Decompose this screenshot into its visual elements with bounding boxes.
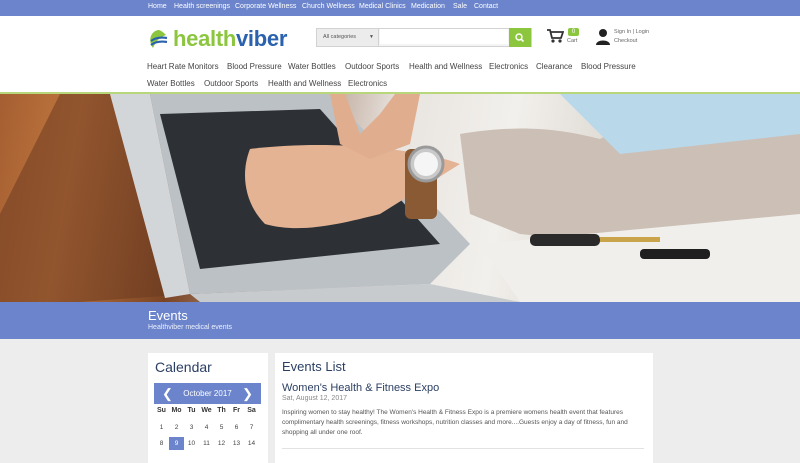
chevron-right-icon[interactable]: ❯: [242, 386, 253, 402]
sign-in-login-link[interactable]: Sign In | Login: [614, 29, 649, 35]
cart-label: Cart: [567, 38, 578, 44]
topnav-contact[interactable]: Contact: [474, 3, 498, 10]
topnav-sale[interactable]: Sale: [453, 3, 467, 10]
search-icon: [515, 33, 525, 43]
event-date: Sat, August 12, 2017: [282, 395, 347, 402]
nav-water-bottles[interactable]: Water Bottles: [288, 62, 336, 71]
event-title-link[interactable]: Women's Health & Fitness Expo: [282, 382, 439, 394]
weekday-tu: Tu: [187, 407, 196, 414]
nav-clearance[interactable]: Clearance: [536, 62, 572, 71]
nav-health-and-wellness-2[interactable]: Health and Wellness: [268, 79, 341, 88]
weekday-th: Th: [217, 407, 226, 414]
calendar-day[interactable]: 3: [184, 421, 199, 434]
nav-electronics[interactable]: Electronics: [489, 62, 528, 71]
calendar-day[interactable]: 14: [244, 437, 259, 450]
account-menu[interactable]: Sign In | Login Checkout: [595, 28, 665, 50]
search-input[interactable]: [380, 29, 508, 44]
nav-outdoor-sports[interactable]: Outdoor Sports: [345, 62, 399, 71]
event-description: Inspiring women to stay healthy! The Wom…: [282, 409, 628, 436]
calendar-day[interactable]: 6: [229, 421, 244, 434]
nav-electronics-2[interactable]: Electronics: [348, 79, 387, 88]
weekday-sa: Sa: [247, 407, 256, 414]
cart-count-badge: 0: [568, 28, 579, 36]
top-utility-bar: Home Health screenings Corporate Wellnes…: [0, 0, 800, 16]
topnav-corporate-wellness[interactable]: Corporate Wellness: [235, 3, 296, 10]
calendar-month-header: ❮ October 2017 ❯: [154, 383, 261, 404]
calendar-heading: Calendar: [155, 359, 212, 375]
topnav-medication[interactable]: Medication: [411, 3, 445, 10]
caret-down-icon: ▼: [369, 34, 374, 40]
logo-word-health: health: [173, 26, 236, 51]
weekday-we: We: [201, 407, 212, 414]
nav-blood-pressure[interactable]: Blood Pressure: [227, 62, 282, 71]
calendar-day[interactable]: 4: [199, 421, 214, 434]
nav-heart-rate-monitors[interactable]: Heart Rate Monitors: [147, 62, 219, 71]
category-select[interactable]: All categories ▼: [317, 29, 379, 46]
events-list-heading: Events List: [282, 359, 346, 374]
nav-water-bottles-2[interactable]: Water Bottles: [147, 79, 195, 88]
events-title-band: Events Healthviber medical events: [0, 302, 800, 339]
calendar-day[interactable]: 11: [199, 437, 214, 450]
nav-health-and-wellness[interactable]: Health and Wellness: [409, 62, 482, 71]
weekday-fr: Fr: [233, 407, 240, 414]
calendar-day[interactable]: 1: [154, 421, 169, 434]
logo-word-viber: viber: [236, 26, 288, 51]
calendar-day[interactable]: 2: [169, 421, 184, 434]
nav-outdoor-sports-2[interactable]: Outdoor Sports: [204, 79, 258, 88]
divider: [282, 448, 644, 449]
logo-wordmark: healthviber: [173, 26, 287, 52]
weekday-su: Su: [157, 407, 166, 414]
cart-icon: [547, 29, 564, 43]
search-button[interactable]: [509, 28, 531, 47]
page-title: Events: [148, 308, 188, 323]
search-bar: All categories ▼: [316, 28, 532, 47]
checkout-link[interactable]: Checkout: [614, 38, 637, 44]
topnav-health-screenings[interactable]: Health screenings: [174, 3, 230, 10]
topnav-home[interactable]: Home: [148, 3, 167, 10]
cart-link[interactable]: 0 Cart: [546, 28, 586, 50]
calendar-day-selected[interactable]: 9: [169, 437, 184, 450]
laptop-hands-photo: [0, 94, 800, 302]
site-header: healthviber All categories ▼ 0 Cart Sign …: [0, 16, 800, 94]
topnav-medical-clinics[interactable]: Medical Clinics: [359, 3, 406, 10]
calendar-day[interactable]: 12: [214, 437, 229, 450]
category-select-value: All categories: [323, 34, 357, 40]
site-logo[interactable]: healthviber: [147, 26, 307, 52]
calendar-day[interactable]: 8: [154, 437, 169, 450]
leaf-logo-icon: [150, 30, 168, 48]
topnav-church-wellness[interactable]: Church Wellness: [302, 3, 355, 10]
user-icon: [596, 29, 610, 45]
hero-image: [0, 94, 800, 302]
weekday-mo: Mo: [171, 407, 182, 414]
calendar-day[interactable]: 13: [229, 437, 244, 450]
calendar-day[interactable]: 10: [184, 437, 199, 450]
calendar-widget: Calendar ❮ October 2017 ❯ Su Mo Tu We Th…: [148, 353, 268, 463]
calendar-day[interactable]: 7: [244, 421, 259, 434]
calendar-day[interactable]: 5: [214, 421, 229, 434]
page-subtitle: Healthviber medical events: [148, 324, 233, 331]
events-list-panel: Events List Women's Health & Fitness Exp…: [275, 353, 653, 463]
nav-blood-pressure-2[interactable]: Blood Pressure: [581, 62, 636, 71]
